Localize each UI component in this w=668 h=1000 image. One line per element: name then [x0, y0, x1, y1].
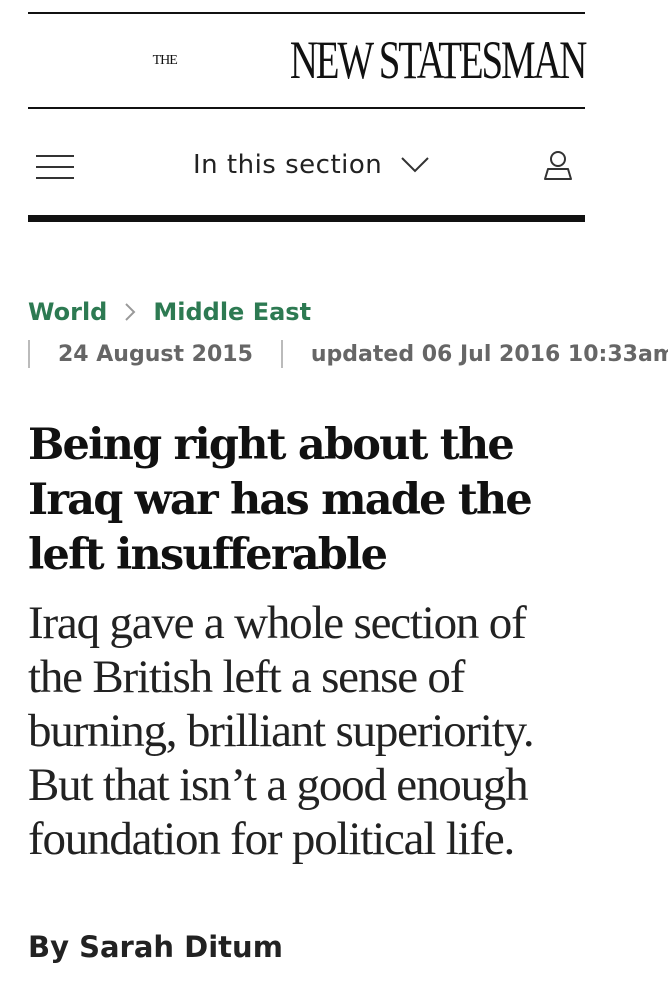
chevron-down-icon [401, 157, 429, 173]
masthead-top-rule [28, 12, 585, 14]
masthead-name: NEW STATESMAN [289, 30, 588, 90]
breadcrumb-world[interactable]: World [28, 298, 107, 326]
published-date: 24 August 2015 [58, 341, 253, 367]
section-toggle-label: In this section [193, 150, 383, 180]
user-icon[interactable] [543, 149, 573, 181]
masthead-the: THE [152, 53, 178, 68]
in-this-section-toggle[interactable]: In this section [193, 150, 430, 180]
dateline-divider [28, 340, 30, 368]
chevron-right-icon [125, 303, 136, 321]
breadcrumb: World Middle East [28, 298, 311, 326]
article-byline: By Sarah Ditum [28, 930, 283, 964]
breadcrumb-middle-east[interactable]: Middle East [153, 298, 311, 326]
section-navbar: In this section [28, 140, 585, 192]
article-headline: Being right about the Iraq war has made … [28, 420, 533, 580]
hamburger-menu-icon[interactable] [36, 154, 76, 180]
article-standfirst: Iraq gave a whole section of the British… [28, 597, 535, 865]
dateline-divider [280, 340, 283, 368]
author-link[interactable]: By Sarah Ditum [28, 930, 283, 964]
dateline: 24 August 2015 updated 06 Jul 2016 10:33… [28, 340, 668, 368]
masthead-logo[interactable]: THE NEW STATESMAN [152, 30, 588, 92]
masthead-bottom-rule [28, 107, 585, 109]
navbar-bottom-rule [28, 215, 585, 222]
updated-date: updated 06 Jul 2016 10:33am [310, 341, 668, 367]
